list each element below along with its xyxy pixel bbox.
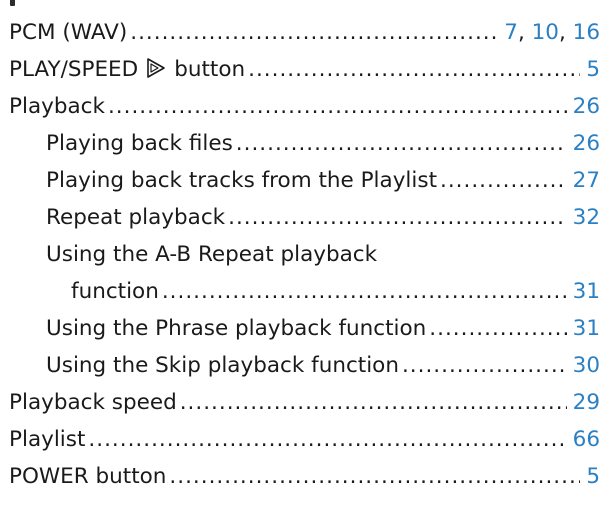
- index-term-part: button: [174, 57, 246, 82]
- index-subentry-phrase-playback: Using the Phrase playback function 31: [46, 310, 600, 347]
- page-refs: 5: [586, 458, 600, 495]
- index-subentry-repeat-playback: Repeat playback 32: [46, 199, 600, 236]
- play-outline-icon: [147, 58, 166, 78]
- index-subentry-skip-playback: Using the Skip playback function 30: [46, 347, 600, 384]
- dot-leader: [248, 51, 580, 88]
- page-link[interactable]: 5: [586, 57, 600, 82]
- page-link[interactable]: 31: [573, 279, 600, 304]
- page-separator: ,: [517, 20, 532, 45]
- page-link[interactable]: 26: [573, 94, 600, 119]
- index-list: PCM (WAV) 7, 10, 16 PLAY/SPEED button 5 …: [0, 14, 602, 495]
- dot-leader: [108, 88, 567, 125]
- page-refs: 26: [573, 88, 600, 125]
- index-entry-power-button: POWER button 5: [9, 458, 600, 495]
- index-entry-pcm-wav: PCM (WAV) 7, 10, 16: [9, 14, 600, 51]
- index-term: PCM (WAV): [9, 20, 128, 45]
- page-link[interactable]: 10: [532, 20, 559, 45]
- index-entry-playlist: Playlist 66: [9, 421, 600, 458]
- dot-leader: [402, 347, 567, 384]
- dot-leader: [180, 384, 567, 421]
- index-term: Using the A-B Repeat playback: [46, 242, 378, 267]
- index-subentry-ab-repeat-line1: Using the A-B Repeat playback: [46, 236, 600, 273]
- index-term: Using the Skip playback function: [46, 353, 399, 378]
- page-refs: 26: [573, 125, 600, 162]
- page-link[interactable]: 29: [573, 390, 600, 415]
- dot-leader: [440, 162, 567, 199]
- page-link[interactable]: 66: [573, 427, 600, 452]
- page-link[interactable]: 5: [586, 464, 600, 489]
- page-refs: 29: [573, 384, 600, 421]
- index-term: POWER button: [9, 464, 167, 489]
- page-link[interactable]: 31: [573, 316, 600, 341]
- page-refs: 32: [573, 199, 600, 236]
- index-subentry-playing-back-files: Playing back files 26: [46, 125, 600, 162]
- page-refs: 5: [586, 51, 600, 88]
- index-subentry-playing-back-tracks: Playing back tracks from the Playlist 27: [46, 162, 600, 199]
- page-link[interactable]: 30: [573, 353, 600, 378]
- page-separator: ,: [558, 20, 573, 45]
- clipped-previous-line: [0, 0, 602, 9]
- index-term: Using the Phrase playback function: [46, 316, 427, 341]
- index-term: Playing back files: [46, 131, 233, 156]
- index-term-part: PLAY/SPEED: [9, 57, 139, 82]
- index-entry-play-speed-button: PLAY/SPEED button 5: [9, 51, 600, 88]
- dot-leader: [88, 421, 566, 458]
- index-entry-playback: Playback 26: [9, 88, 600, 125]
- dot-leader: [236, 125, 567, 162]
- index-subentry-ab-repeat-line2: function 31: [71, 273, 600, 310]
- page-refs: 31: [573, 310, 600, 347]
- page-link[interactable]: 27: [573, 168, 600, 193]
- page-link[interactable]: 7: [504, 20, 518, 45]
- dot-leader: [228, 199, 567, 236]
- index-term: Repeat playback: [46, 205, 226, 230]
- page-link[interactable]: 32: [573, 205, 600, 230]
- dot-leader: [130, 14, 498, 51]
- page-refs: 66: [573, 421, 600, 458]
- page-refs: 7, 10, 16: [504, 14, 600, 51]
- page-refs: 27: [573, 162, 600, 199]
- index-term: PLAY/SPEED button: [9, 51, 245, 88]
- index-term-continuation: function: [71, 279, 159, 304]
- index-entry-playback-speed: Playback speed 29: [9, 384, 600, 421]
- dot-leader: [429, 310, 566, 347]
- index-term: Playback: [9, 94, 105, 119]
- page-link[interactable]: 26: [573, 131, 600, 156]
- index-term: Playback speed: [9, 390, 177, 415]
- page-link[interactable]: 16: [573, 20, 600, 45]
- dot-leader: [169, 458, 580, 495]
- index-term: Playing back tracks from the Playlist: [46, 168, 437, 193]
- clipped-glyph: [10, 0, 15, 6]
- index-term: Playlist: [9, 427, 86, 452]
- dot-leader: [162, 273, 567, 310]
- page-refs: 31: [573, 273, 600, 310]
- page-refs: 30: [573, 347, 600, 384]
